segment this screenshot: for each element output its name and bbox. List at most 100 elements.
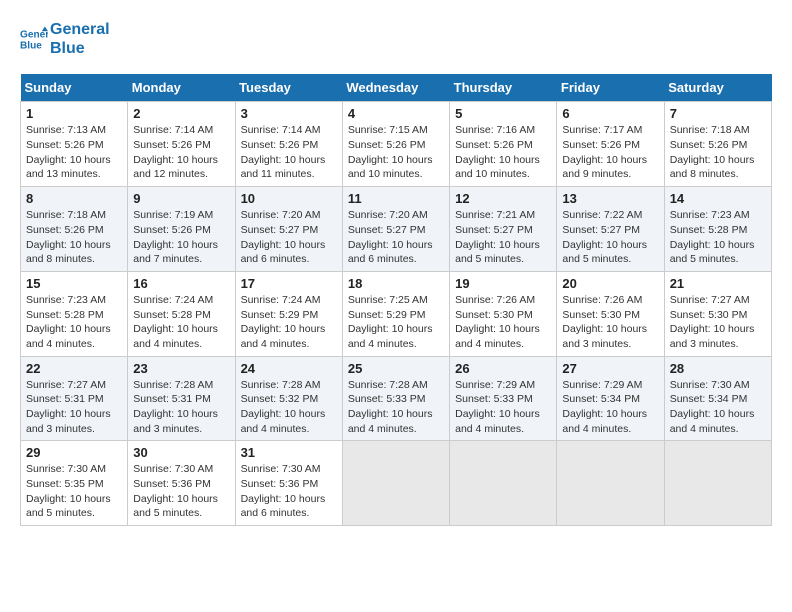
cell-info: Sunrise: 7:18 AM Sunset: 5:26 PM Dayligh… xyxy=(670,123,766,182)
cell-info: Sunrise: 7:20 AM Sunset: 5:27 PM Dayligh… xyxy=(348,208,444,267)
day-number: 23 xyxy=(133,361,229,376)
calendar-cell: 3Sunrise: 7:14 AM Sunset: 5:26 PM Daylig… xyxy=(235,102,342,187)
calendar-cell: 6 Sunrise: 7:17 AM Sunset: 5:26 PM Daylig… xyxy=(557,102,664,187)
logo-line1: General xyxy=(50,20,110,39)
calendar-cell: 8Sunrise: 7:18 AM Sunset: 5:26 PM Daylig… xyxy=(21,187,128,272)
weekday-header-row: SundayMondayTuesdayWednesdayThursdayFrid… xyxy=(21,74,772,102)
cell-info: Sunrise: 7:22 AM Sunset: 5:27 PM Dayligh… xyxy=(562,208,658,267)
cell-info: Sunrise: 7:30 AM Sunset: 5:34 PM Dayligh… xyxy=(670,378,766,437)
calendar-cell: 15Sunrise: 7:23 AM Sunset: 5:28 PM Dayli… xyxy=(21,271,128,356)
cell-info: Sunrise: 7:24 AM Sunset: 5:28 PM Dayligh… xyxy=(133,293,229,352)
calendar-cell: 2 Sunrise: 7:14 AM Sunset: 5:26 PM Daylig… xyxy=(128,102,235,187)
cell-info: Sunrise: 7:29 AM Sunset: 5:33 PM Dayligh… xyxy=(455,378,551,437)
cell-info: Sunrise: 7:23 AM Sunset: 5:28 PM Dayligh… xyxy=(26,293,122,352)
calendar-cell: 21Sunrise: 7:27 AM Sunset: 5:30 PM Dayli… xyxy=(664,271,771,356)
cell-info: Sunrise: 7:24 AM Sunset: 5:29 PM Dayligh… xyxy=(241,293,337,352)
svg-text:Blue: Blue xyxy=(20,41,42,52)
day-number: 28 xyxy=(670,361,766,376)
calendar-cell: 9 Sunrise: 7:19 AM Sunset: 5:26 PM Daylig… xyxy=(128,187,235,272)
weekday-header-wednesday: Wednesday xyxy=(342,74,449,102)
calendar-cell: 27 Sunrise: 7:29 AM Sunset: 5:34 PM Dayli… xyxy=(557,356,664,441)
day-number: 13 xyxy=(562,191,658,206)
weekday-header-sunday: Sunday xyxy=(21,74,128,102)
calendar-cell xyxy=(557,441,664,526)
day-number: 18 xyxy=(348,276,444,291)
cell-info: Sunrise: 7:13 AM Sunset: 5:26 PM Dayligh… xyxy=(26,123,122,182)
calendar-cell: 12 Sunrise: 7:21 AM Sunset: 5:27 PM Dayli… xyxy=(450,187,557,272)
day-number: 14 xyxy=(670,191,766,206)
logo-line2: Blue xyxy=(50,39,110,58)
calendar-cell: 28 Sunrise: 7:30 AM Sunset: 5:34 PM Dayli… xyxy=(664,356,771,441)
day-number: 29 xyxy=(26,445,122,460)
cell-info: Sunrise: 7:26 AM Sunset: 5:30 PM Dayligh… xyxy=(562,293,658,352)
calendar-cell: 4 Sunrise: 7:15 AM Sunset: 5:26 PM Daylig… xyxy=(342,102,449,187)
calendar-cell: 20 Sunrise: 7:26 AM Sunset: 5:30 PM Dayli… xyxy=(557,271,664,356)
day-number: 24 xyxy=(241,361,337,376)
cell-info: Sunrise: 7:27 AM Sunset: 5:31 PM Dayligh… xyxy=(26,378,122,437)
calendar-week-row: 22Sunrise: 7:27 AM Sunset: 5:31 PM Dayli… xyxy=(21,356,772,441)
cell-info: Sunrise: 7:14 AM Sunset: 5:26 PM Dayligh… xyxy=(133,123,229,182)
cell-info: Sunrise: 7:15 AM Sunset: 5:26 PM Dayligh… xyxy=(348,123,444,182)
calendar-cell: 16 Sunrise: 7:24 AM Sunset: 5:28 PM Dayli… xyxy=(128,271,235,356)
logo: General Blue General Blue xyxy=(20,20,110,58)
day-number: 10 xyxy=(241,191,337,206)
cell-info: Sunrise: 7:29 AM Sunset: 5:34 PM Dayligh… xyxy=(562,378,658,437)
calendar-table: SundayMondayTuesdayWednesdayThursdayFrid… xyxy=(20,74,772,526)
day-number: 31 xyxy=(241,445,337,460)
day-number: 19 xyxy=(455,276,551,291)
calendar-week-row: 1Sunrise: 7:13 AM Sunset: 5:26 PM Daylig… xyxy=(21,102,772,187)
cell-info: Sunrise: 7:20 AM Sunset: 5:27 PM Dayligh… xyxy=(241,208,337,267)
weekday-header-thursday: Thursday xyxy=(450,74,557,102)
day-number: 7 xyxy=(670,106,766,121)
day-number: 2 xyxy=(133,106,229,121)
weekday-header-friday: Friday xyxy=(557,74,664,102)
calendar-cell: 11 Sunrise: 7:20 AM Sunset: 5:27 PM Dayli… xyxy=(342,187,449,272)
calendar-cell: 13 Sunrise: 7:22 AM Sunset: 5:27 PM Dayli… xyxy=(557,187,664,272)
day-number: 4 xyxy=(348,106,444,121)
calendar-cell xyxy=(450,441,557,526)
calendar-week-row: 15Sunrise: 7:23 AM Sunset: 5:28 PM Dayli… xyxy=(21,271,772,356)
calendar-cell: 31 Sunrise: 7:30 AM Sunset: 5:36 PM Dayli… xyxy=(235,441,342,526)
cell-info: Sunrise: 7:30 AM Sunset: 5:36 PM Dayligh… xyxy=(241,462,337,521)
cell-info: Sunrise: 7:17 AM Sunset: 5:26 PM Dayligh… xyxy=(562,123,658,182)
calendar-cell: 22Sunrise: 7:27 AM Sunset: 5:31 PM Dayli… xyxy=(21,356,128,441)
day-number: 27 xyxy=(562,361,658,376)
calendar-cell: 23 Sunrise: 7:28 AM Sunset: 5:31 PM Dayli… xyxy=(128,356,235,441)
header: General Blue General Blue xyxy=(20,20,772,58)
logo-icon: General Blue xyxy=(20,25,48,53)
calendar-cell: 26 Sunrise: 7:29 AM Sunset: 5:33 PM Dayli… xyxy=(450,356,557,441)
day-number: 12 xyxy=(455,191,551,206)
calendar-cell: 25 Sunrise: 7:28 AM Sunset: 5:33 PM Dayli… xyxy=(342,356,449,441)
cell-info: Sunrise: 7:25 AM Sunset: 5:29 PM Dayligh… xyxy=(348,293,444,352)
calendar-cell: 17Sunrise: 7:24 AM Sunset: 5:29 PM Dayli… xyxy=(235,271,342,356)
day-number: 9 xyxy=(133,191,229,206)
cell-info: Sunrise: 7:19 AM Sunset: 5:26 PM Dayligh… xyxy=(133,208,229,267)
cell-info: Sunrise: 7:16 AM Sunset: 5:26 PM Dayligh… xyxy=(455,123,551,182)
calendar-cell: 24 Sunrise: 7:28 AM Sunset: 5:32 PM Dayli… xyxy=(235,356,342,441)
cell-info: Sunrise: 7:28 AM Sunset: 5:32 PM Dayligh… xyxy=(241,378,337,437)
calendar-cell xyxy=(664,441,771,526)
day-number: 11 xyxy=(348,191,444,206)
day-number: 16 xyxy=(133,276,229,291)
cell-info: Sunrise: 7:28 AM Sunset: 5:31 PM Dayligh… xyxy=(133,378,229,437)
calendar-week-row: 8Sunrise: 7:18 AM Sunset: 5:26 PM Daylig… xyxy=(21,187,772,272)
calendar-cell: 30Sunrise: 7:30 AM Sunset: 5:36 PM Dayli… xyxy=(128,441,235,526)
day-number: 6 xyxy=(562,106,658,121)
weekday-header-tuesday: Tuesday xyxy=(235,74,342,102)
day-number: 30 xyxy=(133,445,229,460)
cell-info: Sunrise: 7:26 AM Sunset: 5:30 PM Dayligh… xyxy=(455,293,551,352)
calendar-cell xyxy=(342,441,449,526)
day-number: 25 xyxy=(348,361,444,376)
cell-info: Sunrise: 7:28 AM Sunset: 5:33 PM Dayligh… xyxy=(348,378,444,437)
calendar-cell: 1Sunrise: 7:13 AM Sunset: 5:26 PM Daylig… xyxy=(21,102,128,187)
cell-info: Sunrise: 7:23 AM Sunset: 5:28 PM Dayligh… xyxy=(670,208,766,267)
calendar-cell: 19 Sunrise: 7:26 AM Sunset: 5:30 PM Dayli… xyxy=(450,271,557,356)
calendar-week-row: 29Sunrise: 7:30 AM Sunset: 5:35 PM Dayli… xyxy=(21,441,772,526)
day-number: 26 xyxy=(455,361,551,376)
calendar-cell: 18 Sunrise: 7:25 AM Sunset: 5:29 PM Dayli… xyxy=(342,271,449,356)
calendar-body: 1Sunrise: 7:13 AM Sunset: 5:26 PM Daylig… xyxy=(21,102,772,526)
day-number: 21 xyxy=(670,276,766,291)
cell-info: Sunrise: 7:18 AM Sunset: 5:26 PM Dayligh… xyxy=(26,208,122,267)
cell-info: Sunrise: 7:21 AM Sunset: 5:27 PM Dayligh… xyxy=(455,208,551,267)
day-number: 20 xyxy=(562,276,658,291)
